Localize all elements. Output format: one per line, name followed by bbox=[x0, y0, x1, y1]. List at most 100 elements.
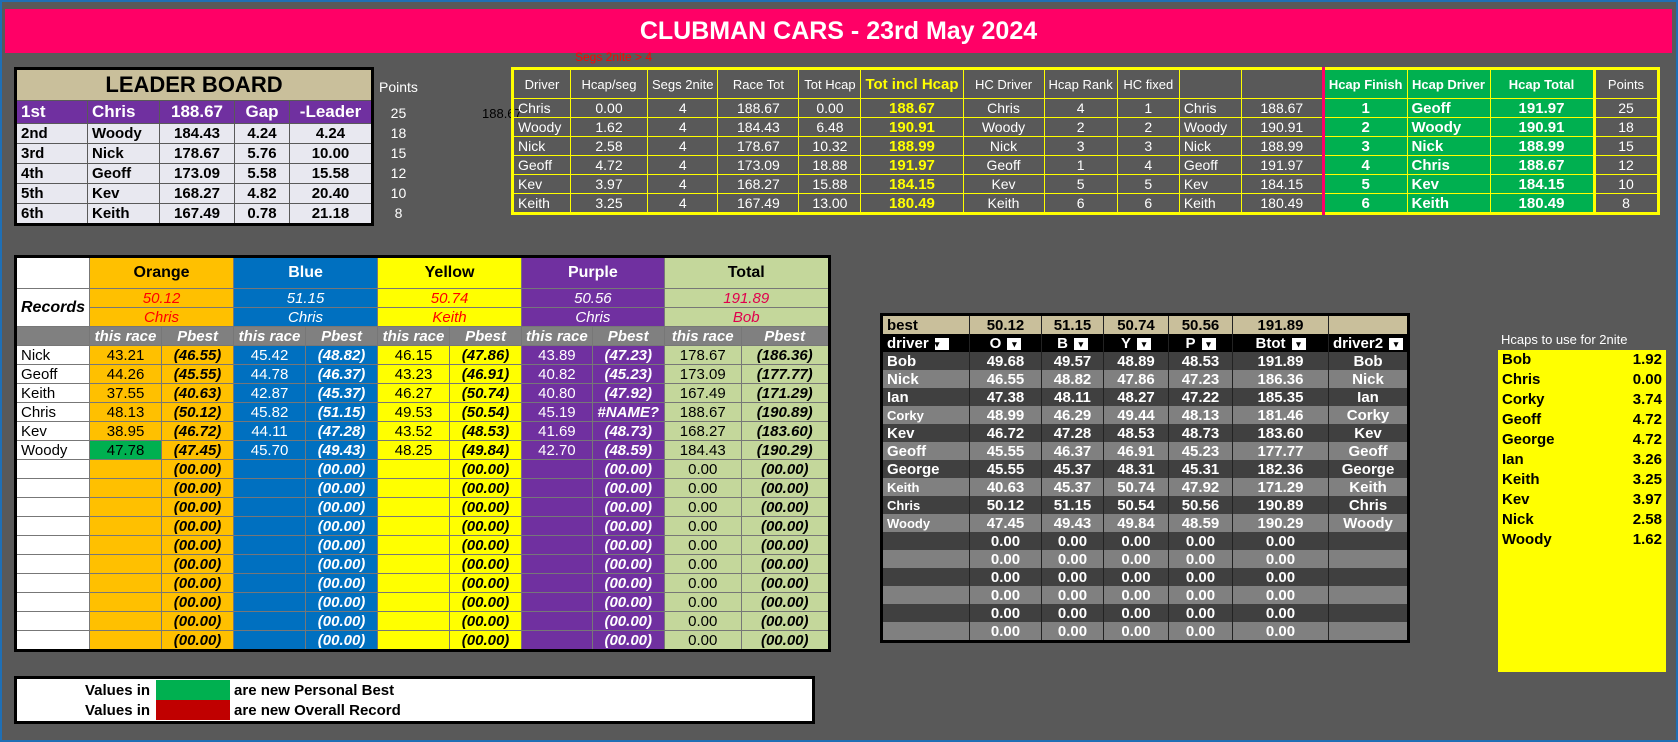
this-race-cell: 43.52 bbox=[377, 421, 451, 441]
this-race-cell: 167.49 bbox=[663, 383, 742, 403]
best-cell: Bob bbox=[1328, 352, 1410, 370]
best-zero-row: 0.00 0.00 0.00 0.00 0.00 bbox=[881, 622, 1410, 642]
leader-board: LEADER BOARD 1st Chris 188.67 Gap -Leader 2nd… bbox=[14, 67, 374, 226]
records-driver-row: Nick 43.21 (46.55) 45.42 (48.82) 46.15 (47.86)… bbox=[14, 345, 830, 365]
hcaps-list: Bob 1.92 Chris 0.00 Corky 3.74 Geoff 4.72 George… bbox=[1498, 350, 1666, 672]
this-race-cell: 45.19 bbox=[521, 402, 593, 422]
hcaps-title: Hcaps to use for 2nite bbox=[1501, 332, 1628, 347]
hcap-row: Nick 2.58 4 178.67 10.32 188.99 Nick 3 3 Nick 188.… bbox=[512, 136, 1659, 156]
pbest-cell: #NAME? bbox=[591, 402, 665, 422]
hcap-cell: 2 bbox=[1116, 117, 1180, 137]
filter-dropdown-icon[interactable]: ▾ bbox=[1007, 337, 1022, 350]
best-cell: 45.31 bbox=[1168, 460, 1233, 478]
empty-cell bbox=[377, 611, 451, 631]
empty-cell bbox=[233, 554, 307, 574]
hcap-cell: 12 bbox=[1593, 155, 1659, 175]
filter-dropdown-icon[interactable]: ▾ bbox=[1389, 337, 1404, 350]
points-cell: 10 bbox=[390, 185, 407, 201]
best-row: George 45.55 45.37 48.31 45.31 182.36 George bbox=[881, 460, 1410, 478]
leaderboard-cell: Nick bbox=[87, 143, 160, 164]
empty-cell: (00.00) bbox=[449, 497, 523, 517]
pbest-cell: (45.37) bbox=[305, 383, 379, 403]
best-cell: George bbox=[881, 460, 970, 478]
pbest-cell: (40.63) bbox=[161, 383, 235, 403]
zero-cell: 0.00 bbox=[1168, 622, 1233, 642]
blank-cell bbox=[881, 532, 970, 550]
leaderboard-row: 4th Geoff 173.09 5.58 15.58 bbox=[15, 163, 373, 184]
empty-cell: (00.00) bbox=[449, 573, 523, 593]
column-label: driver bbox=[887, 334, 929, 352]
hcap-cell: 190.91 bbox=[860, 117, 964, 137]
best-cell: 49.43 bbox=[1041, 514, 1104, 532]
legend-text: Values in bbox=[85, 701, 151, 719]
blank-cell bbox=[14, 554, 91, 574]
pbest-cell: (47.86) bbox=[449, 345, 523, 365]
zero-cell: 0.00 bbox=[969, 550, 1042, 568]
hcap-row: Woody 1.62 4 184.43 6.48 190.91 Woody 2 2 Woody 19… bbox=[512, 117, 1659, 137]
empty-cell bbox=[89, 535, 163, 555]
points-header-row: Points bbox=[375, 71, 422, 103]
hcap-cell: 168.27 bbox=[717, 174, 800, 194]
filter-dropdown-icon[interactable]: ▾ bbox=[1291, 337, 1306, 350]
empty-cell: (00.00) bbox=[740, 592, 830, 612]
empty-cell bbox=[377, 554, 451, 574]
empty-cell bbox=[521, 516, 593, 536]
leaderboard-cell: 4.24 bbox=[234, 123, 290, 144]
hcap-header-cell bbox=[1178, 68, 1242, 99]
hcap-item: Keith 3.25 bbox=[1502, 471, 1662, 488]
empty-cell bbox=[89, 630, 163, 651]
zero-cell: 0.00 bbox=[1041, 532, 1104, 550]
this-race-cell: 45.42 bbox=[233, 345, 307, 365]
empty-cell: 0.00 bbox=[663, 630, 742, 651]
empty-cell: (00.00) bbox=[591, 516, 665, 536]
empty-cell bbox=[521, 592, 593, 612]
empty-cell bbox=[233, 459, 307, 479]
hcap-cell: 1 bbox=[1116, 98, 1180, 118]
records-subheader-row: this race Pbest this race Pbest this race Pbe… bbox=[14, 326, 830, 346]
this-race-cell: 43.21 bbox=[89, 345, 163, 365]
hcap-row: Kev 3.97 4 168.27 15.88 184.15 Kev 5 5 Kev 184.15 5… bbox=[512, 174, 1659, 194]
best-cell: 45.23 bbox=[1168, 442, 1233, 460]
hcap-cell: 4 bbox=[646, 193, 719, 214]
record-value: 50.56 bbox=[521, 288, 665, 308]
hcap-cell: 184.43 bbox=[717, 117, 800, 137]
best-cell: 46.37 bbox=[1041, 442, 1104, 460]
filter-dropdown-icon[interactable]: ▾ bbox=[1201, 337, 1216, 350]
pbest-cell: (47.28) bbox=[305, 421, 379, 441]
best-cell: 47.28 bbox=[1041, 424, 1104, 442]
empty-cell bbox=[521, 497, 593, 517]
record-holder: Keith bbox=[377, 307, 523, 327]
legend: Values in are new Personal Best Values i… bbox=[14, 676, 815, 724]
hcap-header-cell: Segs 2nite bbox=[646, 68, 719, 99]
hcap-item: Ian 3.26 bbox=[1502, 451, 1662, 468]
pbest-cell: (46.72) bbox=[161, 421, 235, 441]
column-label: B bbox=[1057, 334, 1068, 352]
filter-dropdown-icon[interactable]: ▾ bbox=[1073, 337, 1088, 350]
records-driver-row: Woody 47.78 (47.45) 45.70 (49.43) 48.25 (49.84… bbox=[14, 440, 830, 460]
hcap-cell: 18.88 bbox=[798, 155, 862, 175]
best-cell: 45.55 bbox=[969, 442, 1042, 460]
hcap-cell: Chris bbox=[1406, 155, 1491, 175]
record-value: 51.15 bbox=[233, 288, 379, 308]
filter-dropdown-icon[interactable]: ▾ bbox=[934, 337, 949, 350]
filter-dropdown-icon[interactable]: ▾ bbox=[1137, 337, 1151, 350]
points-row: 8 bbox=[375, 203, 422, 223]
best-cell: 50.54 bbox=[1103, 496, 1169, 514]
empty-cell bbox=[377, 592, 451, 612]
hcap-cell: Geoff bbox=[962, 155, 1045, 175]
column-label: O bbox=[989, 334, 1002, 352]
hcap-row: Geoff 4.72 4 173.09 18.88 191.97 Geoff 1 4 Geoff 1… bbox=[512, 155, 1659, 175]
blank-cell bbox=[1328, 622, 1410, 642]
sub-header-cell: Pbest bbox=[161, 326, 235, 346]
hcap-cell: Kev bbox=[1178, 174, 1242, 194]
sub-header-cell: Pbest bbox=[740, 326, 830, 346]
best-column-header: driver2 ▾ bbox=[1328, 334, 1410, 352]
empty-cell: (00.00) bbox=[591, 592, 665, 612]
empty-cell: (00.00) bbox=[305, 497, 379, 517]
best-cell: 46.55 bbox=[969, 370, 1042, 388]
pbest-cell: (47.23) bbox=[591, 345, 665, 365]
best-cell: Keith bbox=[881, 478, 970, 496]
pbest-cell: (177.77) bbox=[740, 364, 830, 384]
empty-cell: (00.00) bbox=[740, 573, 830, 593]
hcap-cell: 188.67 bbox=[1489, 155, 1596, 175]
